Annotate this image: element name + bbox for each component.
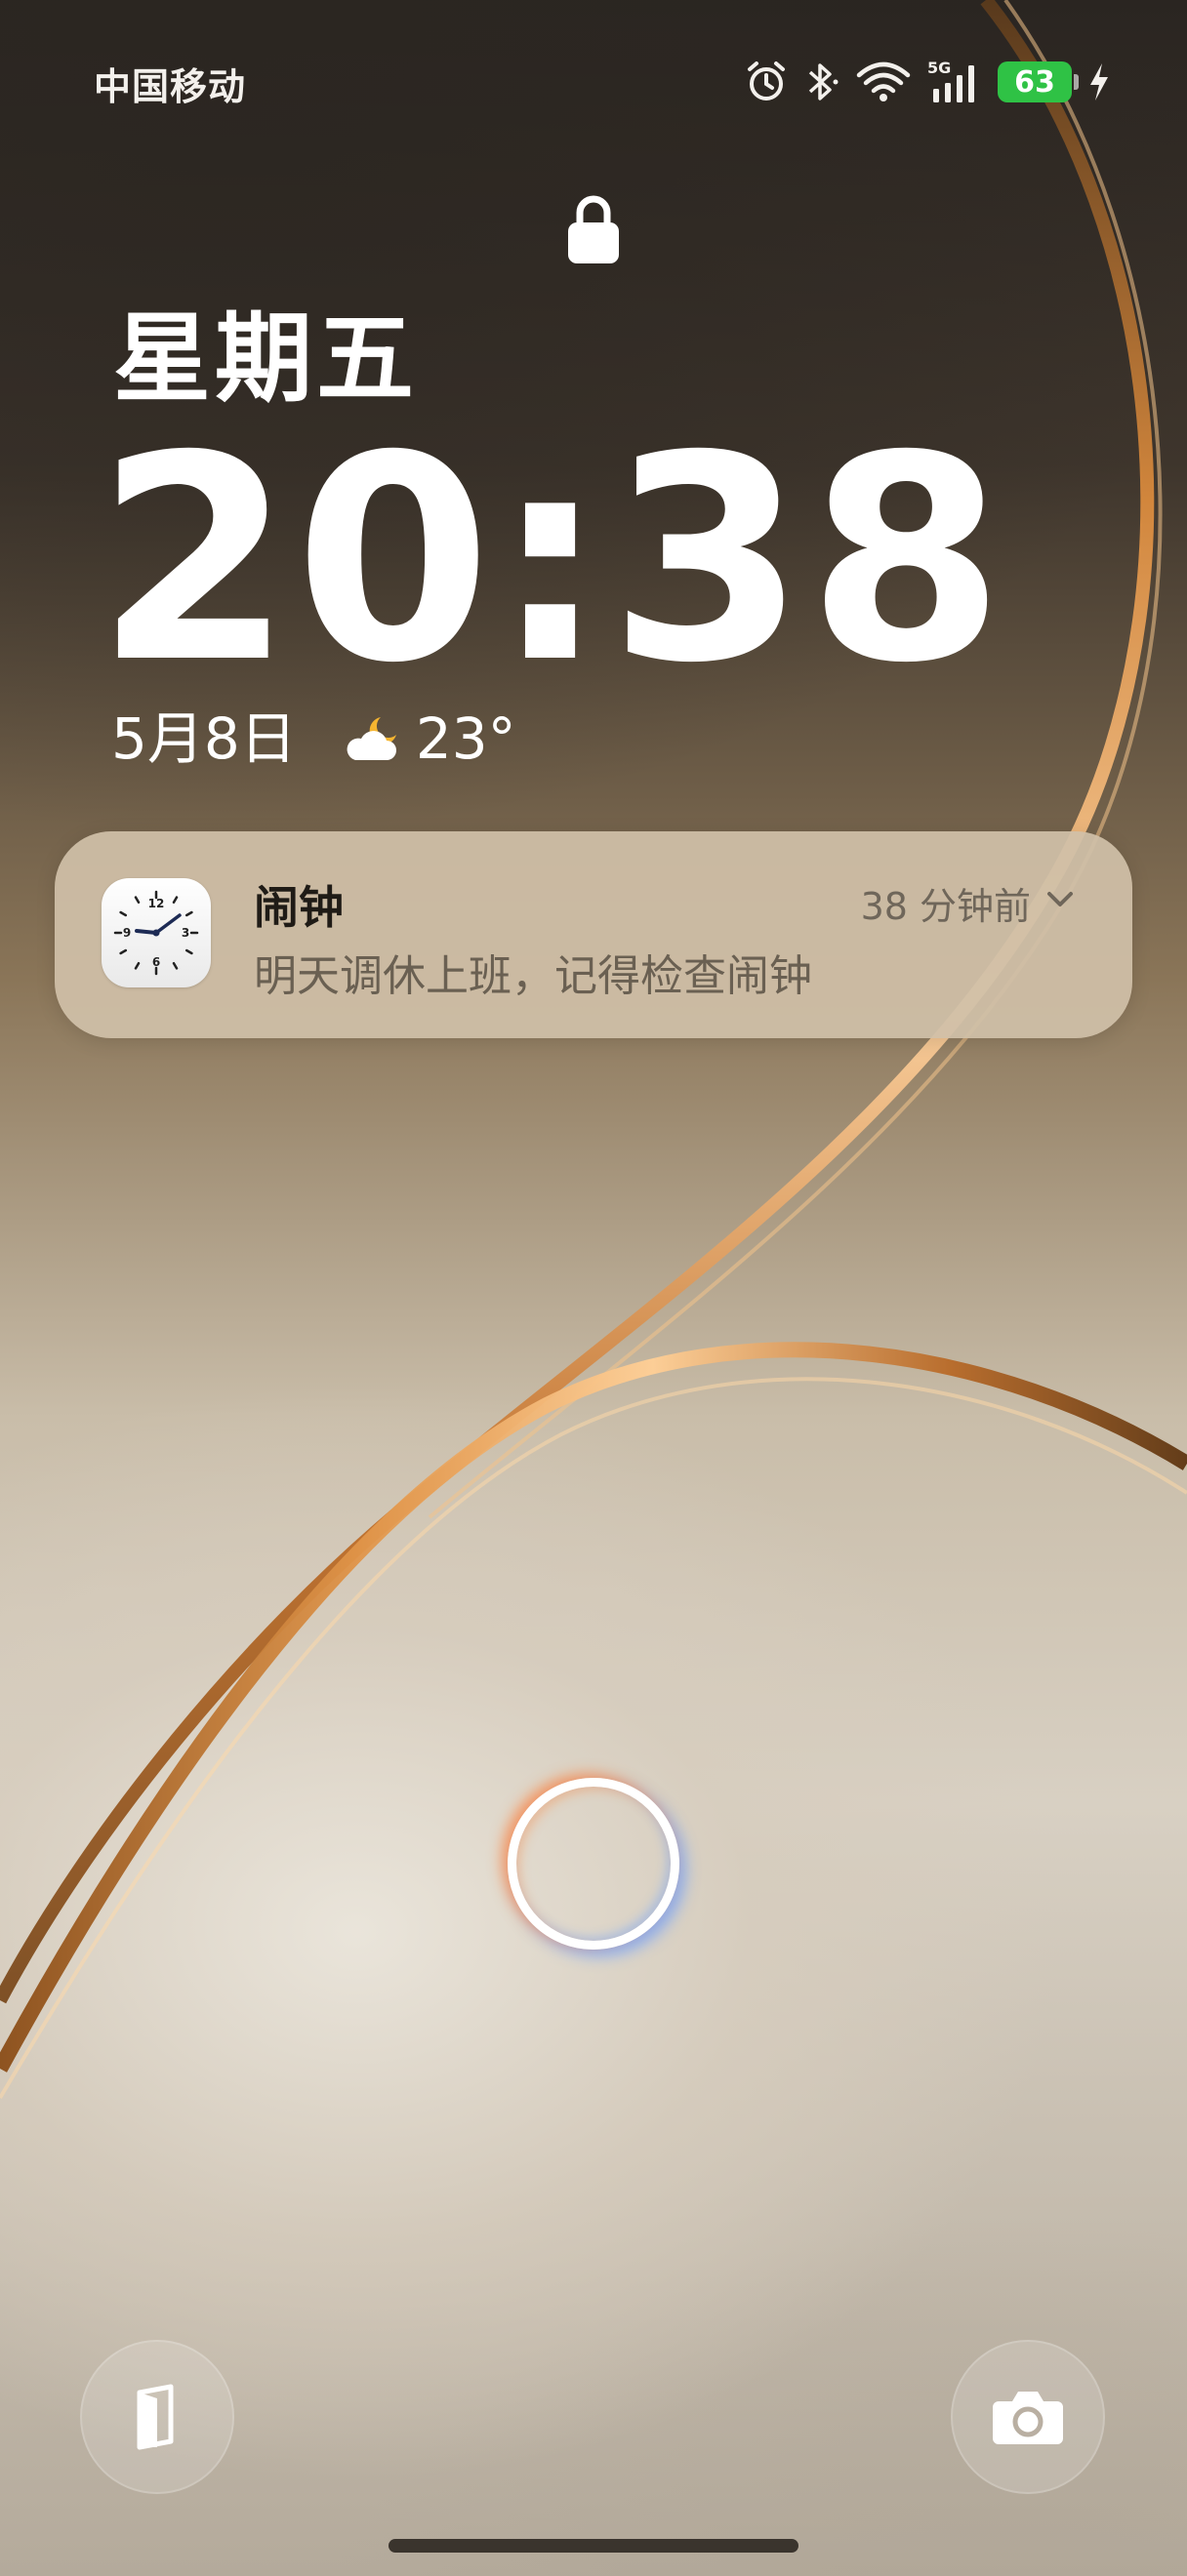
camera-icon bbox=[993, 2392, 1063, 2444]
battery-level: 63 bbox=[1014, 64, 1055, 100]
bluetooth-icon bbox=[808, 63, 839, 101]
notification-app-name: 闹钟 bbox=[254, 881, 344, 934]
battery-icon: 63 bbox=[998, 61, 1079, 102]
date-label: 5月8日 bbox=[111, 705, 297, 772]
home-indicator[interactable] bbox=[389, 2539, 798, 2553]
cellular-signal-icon: 5G bbox=[927, 59, 974, 102]
notification-time: 38 分钟前 bbox=[860, 885, 1031, 928]
weekday-label: 星期五 bbox=[113, 302, 418, 416]
partly-cloudy-night-icon bbox=[347, 717, 396, 760]
svg-text:3: 3 bbox=[182, 926, 189, 940]
clock-app-icon: 12 6 9 3 bbox=[102, 878, 211, 987]
wallet-shortcut-button[interactable] bbox=[80, 2340, 234, 2494]
status-icons: 5G 63 bbox=[744, 51, 1113, 113]
alarm-notification[interactable]: 12 6 9 3 闹钟 38 分钟前 明天调休上班，记得检查闹钟 bbox=[55, 831, 1132, 1038]
camera-shortcut-button[interactable] bbox=[951, 2340, 1105, 2494]
lock-icon bbox=[568, 195, 619, 263]
lock-screen: 中国移动 5G 63 星期五 20:38 5月8日 23° 12 6 9 3 闹… bbox=[0, 0, 1187, 2576]
svg-text:5G: 5G bbox=[927, 59, 951, 77]
date-weather-row: 5月8日 23° bbox=[111, 710, 516, 767]
alarm-icon bbox=[748, 61, 785, 101]
wallet-card-icon bbox=[137, 2384, 174, 2450]
chevron-down-icon[interactable] bbox=[1044, 884, 1076, 915]
svg-text:6: 6 bbox=[152, 955, 160, 969]
wifi-icon bbox=[856, 61, 911, 101]
svg-text:9: 9 bbox=[123, 926, 131, 940]
clock-time: 20:38 bbox=[96, 396, 1007, 725]
temperature-label: 23° bbox=[415, 705, 516, 772]
carrier-name: 中国移动 bbox=[94, 65, 247, 108]
notification-message: 明天调休上班，记得检查闹钟 bbox=[254, 951, 812, 1001]
fingerprint-unlock-ring[interactable] bbox=[508, 1778, 679, 1950]
charging-icon bbox=[1090, 63, 1108, 101]
svg-text:12: 12 bbox=[148, 897, 165, 910]
